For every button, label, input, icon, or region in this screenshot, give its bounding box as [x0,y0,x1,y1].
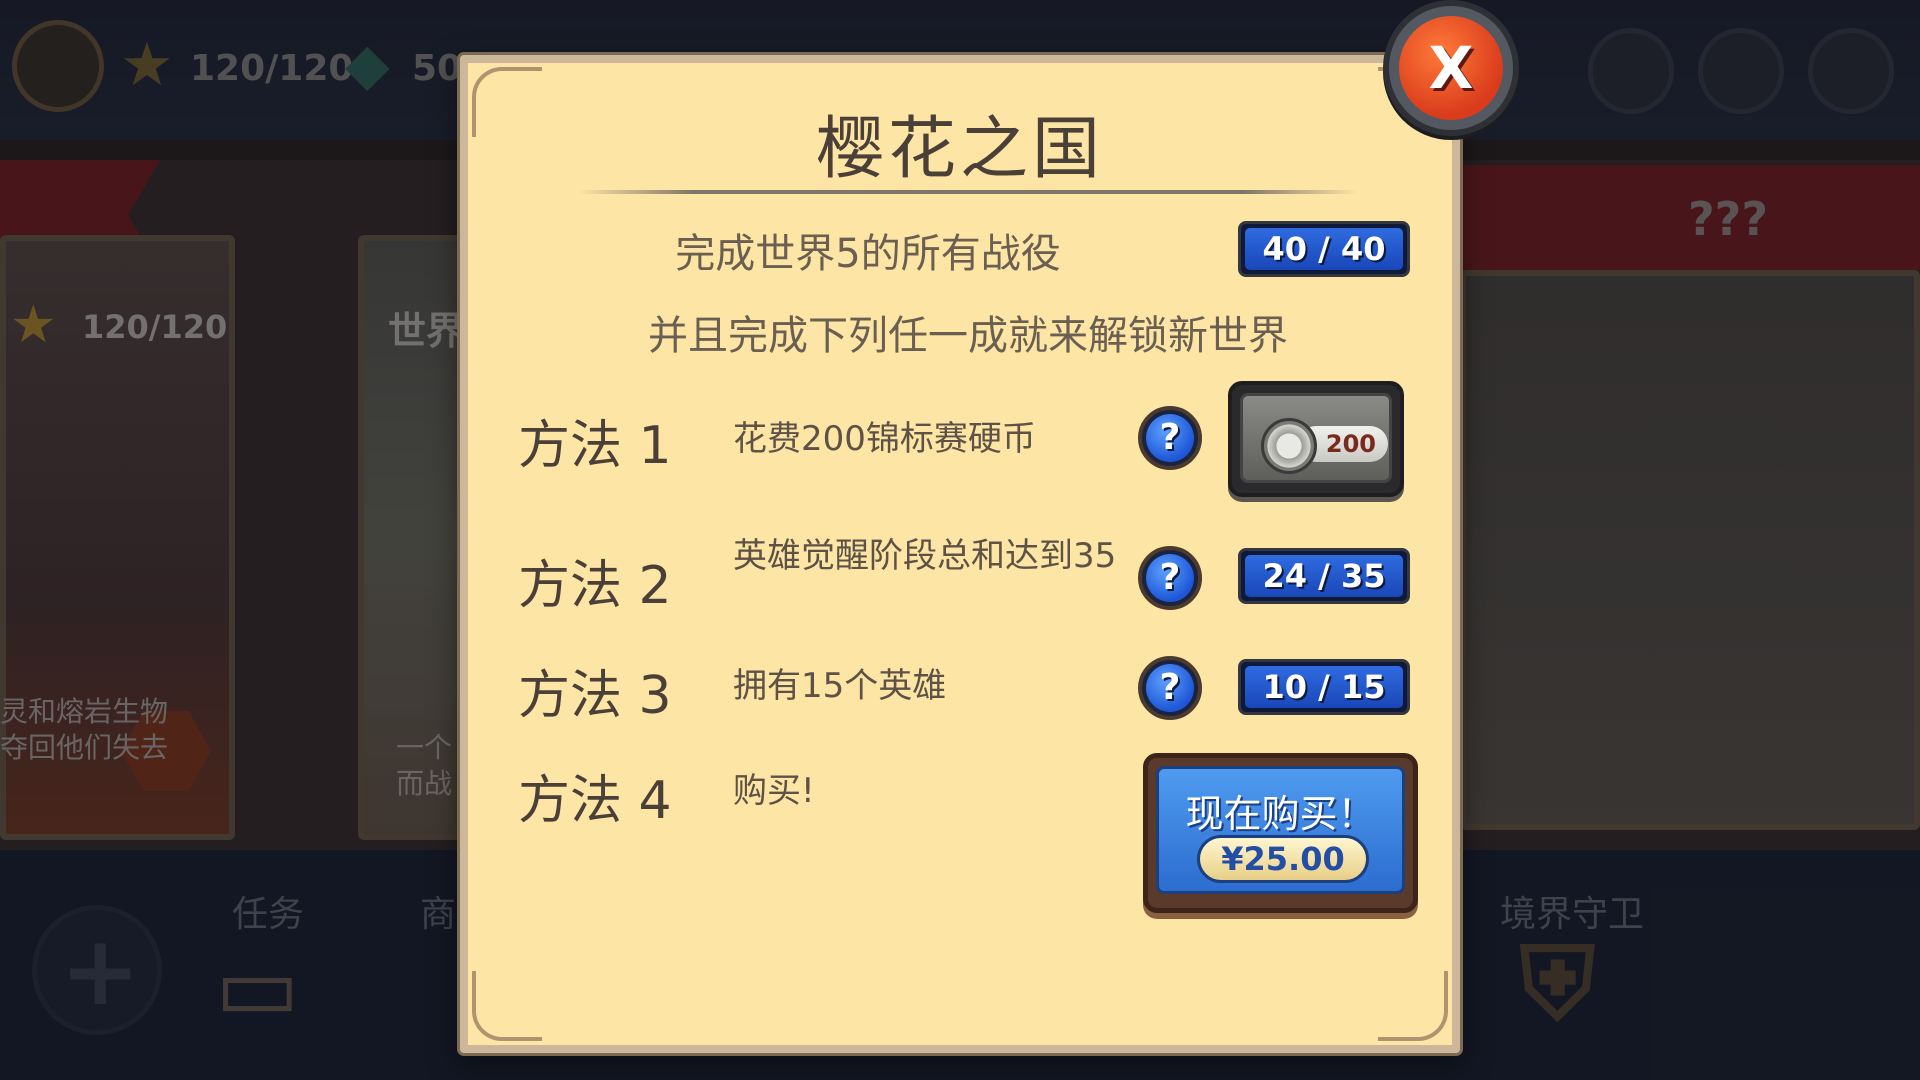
method-3-progress-badge: 10 / 15 [1238,659,1410,715]
method-1-desc: 花费200锦标赛硬币 [733,419,1036,459]
method-2-desc: 英雄觉醒阶段总和达到35 [733,536,1117,576]
corner-ornament [472,971,542,1041]
spend-coins-button[interactable]: 200 [1228,381,1404,497]
method-1-help-button[interactable]: ? [1138,406,1202,470]
price-label: ¥25.00 [1197,835,1369,883]
method-3-progress: 10 / 15 [1245,666,1403,708]
unlock-world-modal: 樱花之国 完成世界5的所有战役 40 / 40 并且完成下列任一成就来解锁新世界… [460,55,1460,1053]
close-icon: X [1399,16,1503,120]
corner-ornament [1378,971,1448,1041]
method-4-desc: 购买! [733,771,815,811]
buy-now-button[interactable]: 现在购买！ ¥25.00 [1143,753,1418,913]
title-divider [578,190,1358,194]
unlock-instruction: 并且完成下列任一成就来解锁新世界 [648,313,1288,359]
question-icon: ? [1146,414,1194,462]
main-requirement: 完成世界5的所有战役 [675,231,1061,277]
method-2-help-button[interactable]: ? [1138,546,1202,610]
question-icon: ? [1146,664,1194,712]
buy-now-label: 现在购买！ [1185,792,1376,836]
coin-button-face: 200 [1240,393,1392,483]
method-2-label: 方法 2 [518,556,672,616]
modal-title: 樱花之国 [815,110,1104,189]
method-1-label: 方法 1 [518,416,672,476]
method-3-help-button[interactable]: ? [1138,656,1202,720]
method-3-label: 方法 3 [518,666,672,726]
requirement-progress: 40 / 40 [1245,228,1403,270]
method-2-progress: 24 / 35 [1245,555,1403,597]
buy-button-face: 现在购买！ ¥25.00 [1156,766,1405,894]
tournament-coin-icon [1261,418,1317,474]
method-4-label: 方法 4 [518,771,672,831]
method-2-progress-badge: 24 / 35 [1238,548,1410,604]
requirement-progress-badge: 40 / 40 [1238,221,1410,277]
close-button[interactable]: X [1383,0,1519,136]
question-icon: ? [1146,554,1194,602]
method-3-desc: 拥有15个英雄 [733,666,947,706]
